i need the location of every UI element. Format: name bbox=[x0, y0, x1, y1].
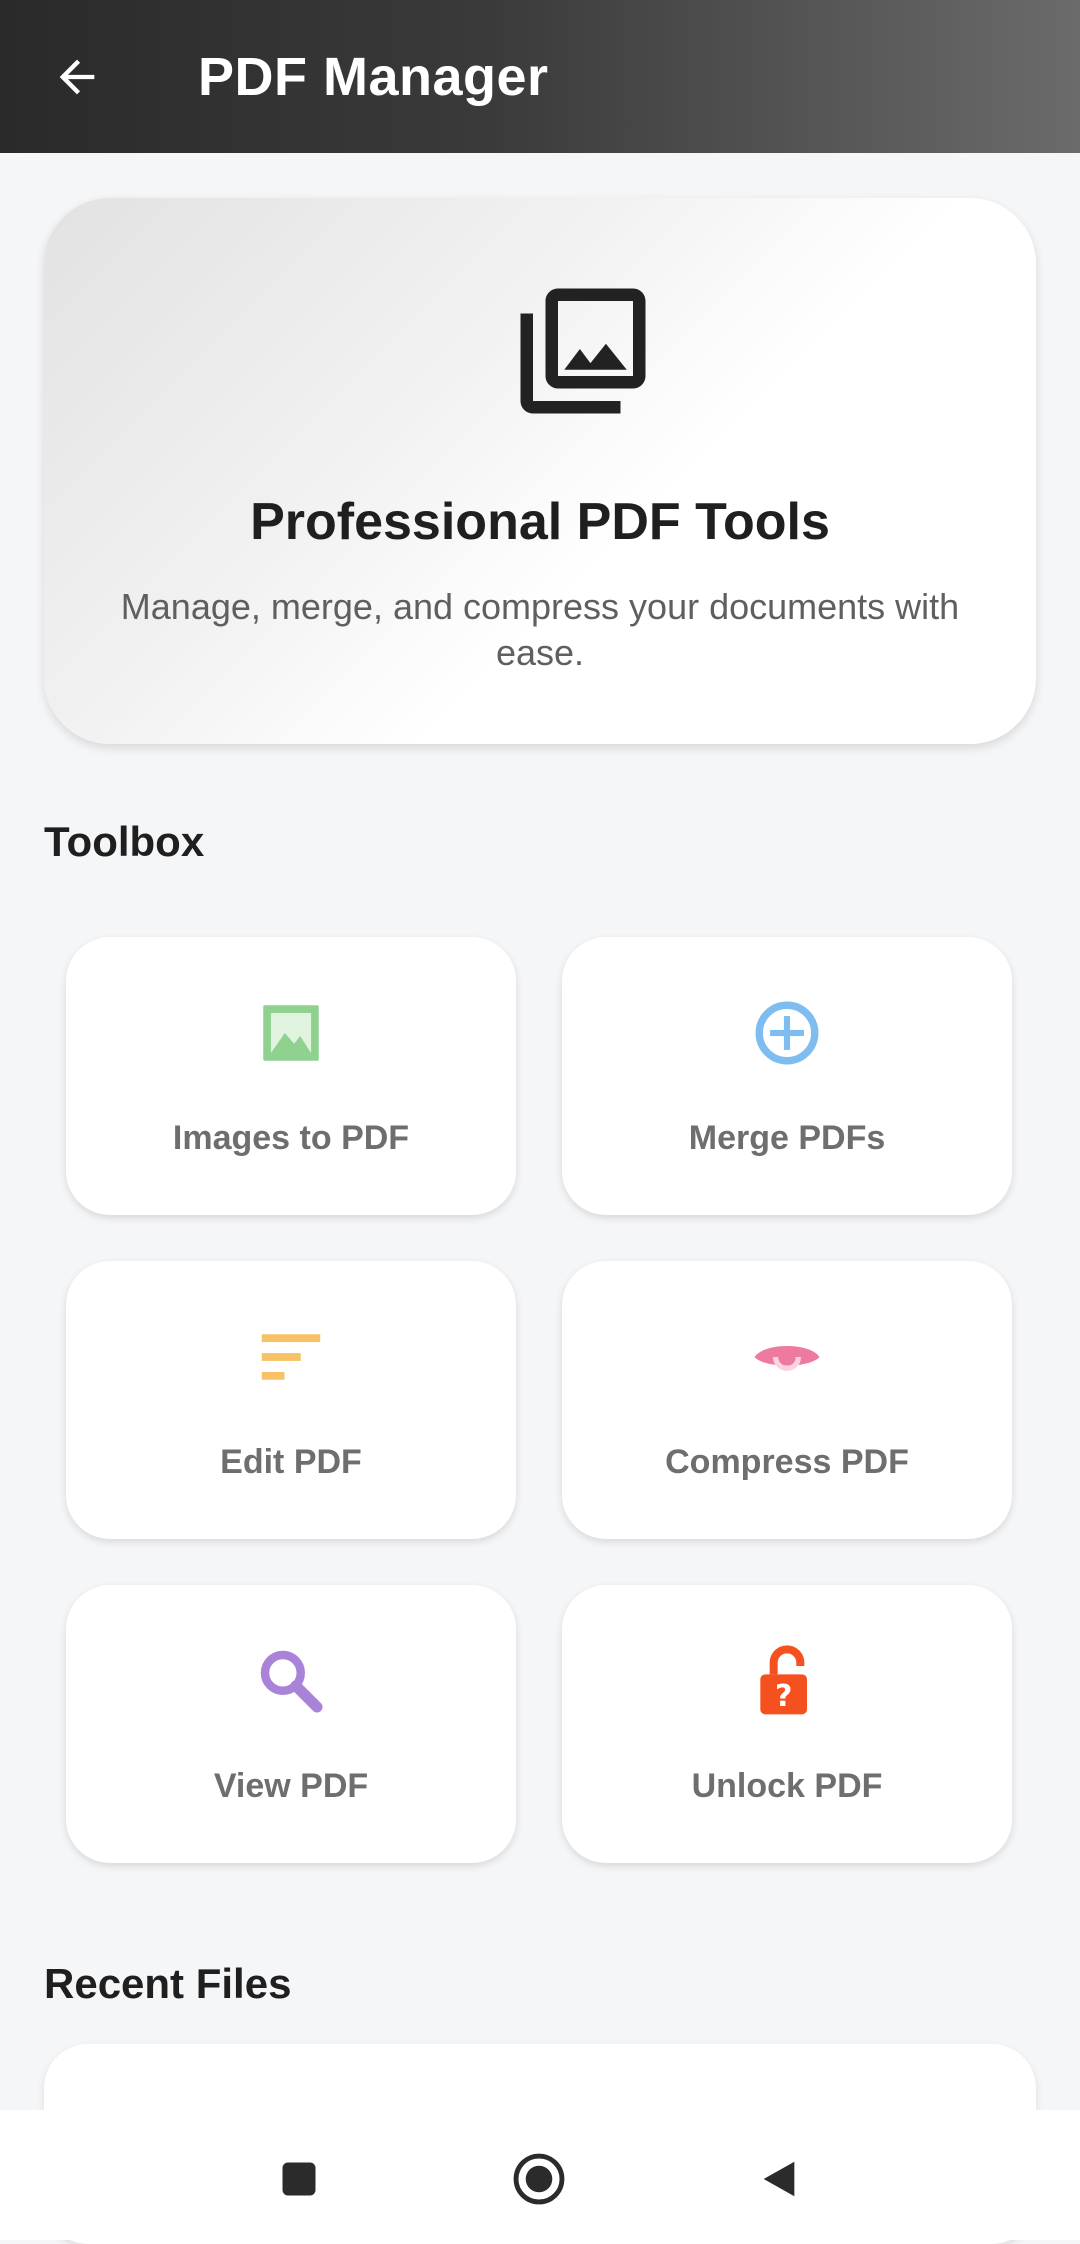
image-icon bbox=[263, 1005, 319, 1061]
tool-merge-pdfs[interactable]: Merge PDFs bbox=[562, 937, 1012, 1215]
app-bar: PDF Manager bbox=[0, 0, 1080, 153]
add-circle-icon bbox=[755, 1001, 819, 1065]
tool-label: Unlock PDF bbox=[691, 1767, 883, 1805]
tool-label: Compress PDF bbox=[665, 1443, 909, 1481]
search-icon bbox=[260, 1650, 323, 1713]
svg-text:?: ? bbox=[775, 1679, 792, 1714]
recents-button[interactable] bbox=[264, 2144, 334, 2214]
triangle-back-icon bbox=[763, 2161, 795, 2197]
tool-compress-pdf[interactable]: Compress PDF bbox=[562, 1261, 1012, 1539]
back-nav-button[interactable] bbox=[744, 2144, 814, 2214]
tool-unlock-pdf[interactable]: ? Unlock PDF bbox=[562, 1585, 1012, 1863]
recent-files-title: Recent Files bbox=[44, 1960, 292, 2007]
hero-subtitle: Manage, merge, and compress your documen… bbox=[120, 586, 960, 673]
tool-view-pdf[interactable]: View PDF bbox=[66, 1585, 516, 1863]
app-title: PDF Manager bbox=[198, 47, 549, 107]
tool-label: View PDF bbox=[213, 1767, 369, 1805]
sort-lines-icon bbox=[261, 1334, 321, 1380]
tool-edit-pdf[interactable]: Edit PDF bbox=[66, 1261, 516, 1539]
hero-title: Professional PDF Tools bbox=[250, 493, 830, 551]
home-button[interactable] bbox=[504, 2144, 574, 2214]
tool-images-to-pdf[interactable]: Images to PDF bbox=[66, 937, 516, 1215]
toolbox-title: Toolbox bbox=[44, 818, 205, 865]
circle-home-icon bbox=[513, 2153, 565, 2205]
tool-label: Images to PDF bbox=[172, 1119, 410, 1157]
hero-card: Professional PDF Tools Manage, merge, an… bbox=[44, 198, 1036, 744]
photo-library-icon bbox=[520, 288, 646, 414]
tool-label: Edit PDF bbox=[220, 1443, 362, 1481]
unlock-question-icon: ? bbox=[760, 1645, 807, 1715]
back-button[interactable] bbox=[44, 44, 110, 110]
system-nav-bar bbox=[0, 2110, 1080, 2240]
arrow-left-icon bbox=[59, 59, 95, 95]
square-icon bbox=[282, 2162, 316, 2196]
tool-label: Merge PDFs bbox=[688, 1119, 886, 1157]
eye-icon bbox=[754, 1346, 820, 1371]
